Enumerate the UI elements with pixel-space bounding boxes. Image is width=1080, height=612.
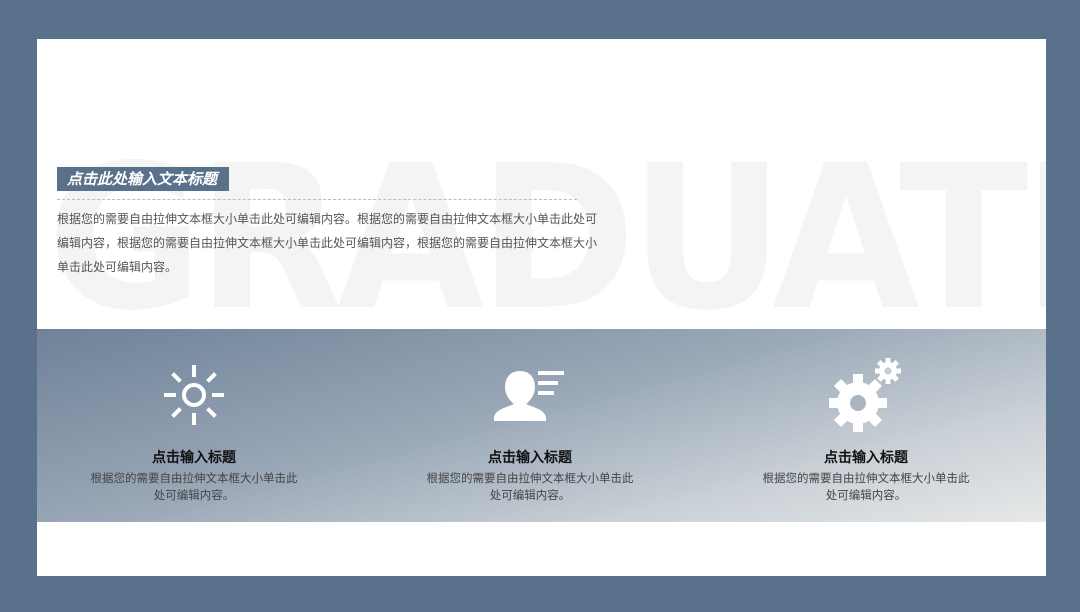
sun-icon (79, 363, 309, 427)
feature-title[interactable]: 点击输入标题 (415, 447, 645, 467)
feature-card-3: 点击输入标题 根据您的需要自由拉伸文本框大小单击此处可编辑内容。 (751, 329, 981, 522)
feature-title[interactable]: 点击输入标题 (751, 447, 981, 467)
gears-icon (751, 357, 981, 432)
divider (57, 199, 577, 200)
feature-card-2: 点击输入标题 根据您的需要自由拉伸文本框大小单击此处可编辑内容。 (415, 329, 645, 522)
feature-description[interactable]: 根据您的需要自由拉伸文本框大小单击此处可编辑内容。 (425, 470, 635, 504)
section-title[interactable]: 点击此处输入文本标题 (57, 167, 230, 191)
feature-description[interactable]: 根据您的需要自由拉伸文本框大小单击此处可编辑内容。 (761, 470, 971, 504)
user-list-icon (415, 363, 645, 427)
feature-card-1: 点击输入标题 根据您的需要自由拉伸文本框大小单击此处可编辑内容。 (79, 329, 309, 522)
section-body[interactable]: 根据您的需要自由拉伸文本框大小单击此处可编辑内容。根据您的需要自由拉伸文本框大小… (57, 207, 607, 279)
feature-title[interactable]: 点击输入标题 (79, 447, 309, 467)
feature-band: 点击输入标题 根据您的需要自由拉伸文本框大小单击此处可编辑内容。 点击输入标题 … (37, 329, 1046, 522)
slide: GRADUATION 点击此处输入文本标题 根据您的需要自由拉伸文本框大小单击此… (37, 39, 1046, 576)
feature-description[interactable]: 根据您的需要自由拉伸文本框大小单击此处可编辑内容。 (89, 470, 299, 504)
